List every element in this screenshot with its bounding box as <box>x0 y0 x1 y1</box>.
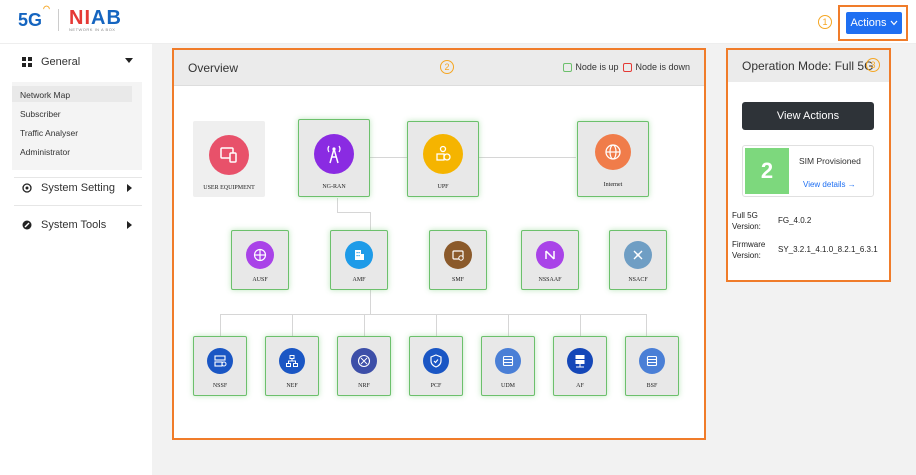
niab-logo[interactable]: 5G ◠ NIAB NETWORK IN A BOX <box>18 3 122 32</box>
sidebar-item-system-setting[interactable]: System Setting <box>0 174 145 202</box>
sidebar-submenu: Network Map Subscriber Traffic Analyser … <box>12 82 142 170</box>
tools-icon <box>22 220 32 230</box>
sidebar-divider <box>14 205 142 206</box>
sidebar-item-traffic-analyser[interactable]: Traffic Analyser <box>20 128 78 138</box>
logo-divider <box>58 9 60 31</box>
sidebar-general-label: General <box>41 56 81 68</box>
caret-down-icon <box>125 58 133 63</box>
logo-text: NIAB NETWORK IN A BOX <box>69 8 122 32</box>
app-root: 5G ◠ NIAB NETWORK IN A BOX 1 Actions Gene… <box>0 0 916 475</box>
sidebar-item-system-tools[interactable]: System Tools <box>0 211 145 239</box>
logo-5g: 5G ◠ <box>18 3 51 30</box>
overview-highlight-box <box>172 48 706 440</box>
sidebar-system-setting-label: System Setting <box>41 182 115 194</box>
gear-icon <box>22 183 32 193</box>
sidebar-item-network-map[interactable]: Network Map <box>20 90 70 100</box>
top-bar: 5G ◠ NIAB NETWORK IN A BOX 1 Actions <box>0 0 916 44</box>
sidebar-item-general[interactable]: General <box>0 48 145 76</box>
actions-highlight-box <box>838 5 908 41</box>
grid-icon <box>22 57 32 67</box>
sidebar-item-subscriber[interactable]: Subscriber <box>20 109 61 119</box>
logo-ab: AB <box>91 7 122 29</box>
operation-mode-highlight-box <box>726 48 891 282</box>
caret-right-icon <box>127 184 132 192</box>
caret-right-icon <box>127 221 132 229</box>
logo-tagline: NETWORK IN A BOX <box>69 27 116 32</box>
logo-ni: NI <box>69 7 92 29</box>
sidebar-system-tools-label: System Tools <box>41 219 107 231</box>
annotation-badge-1: 1 <box>818 15 832 29</box>
sidebar: General Network Map Subscriber Traffic A… <box>0 44 152 475</box>
sidebar-item-administrator[interactable]: Administrator <box>20 147 70 157</box>
